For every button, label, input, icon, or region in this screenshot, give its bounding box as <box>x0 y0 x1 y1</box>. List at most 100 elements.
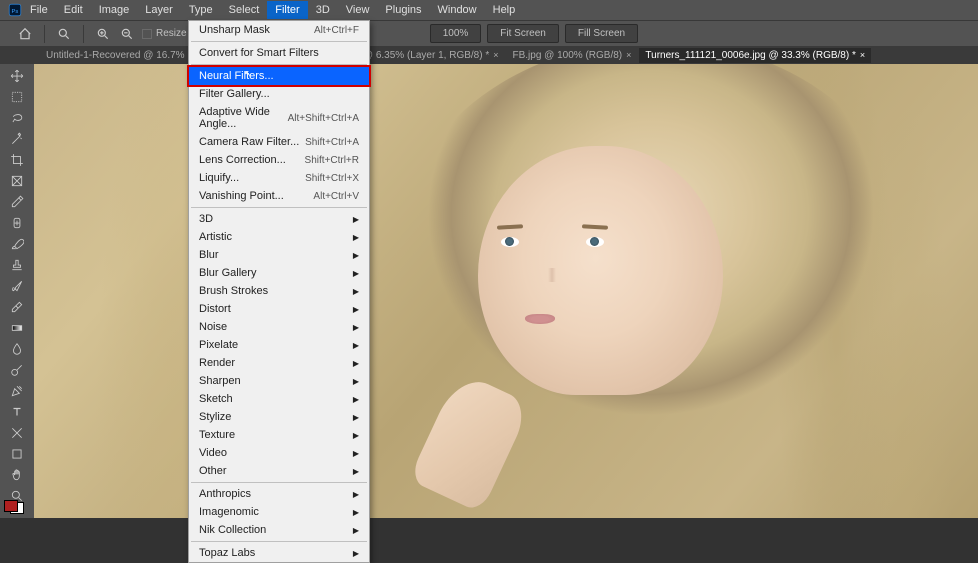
menu-item-filter-gallery[interactable]: Filter Gallery... <box>189 85 369 103</box>
menu-item-neural-filters[interactable]: Neural Filters... ↖ <box>187 65 371 87</box>
close-icon[interactable]: × <box>860 50 865 60</box>
dodge-tool[interactable] <box>4 360 30 380</box>
foreground-color-swatch[interactable] <box>4 500 18 512</box>
menu-view[interactable]: View <box>338 1 378 19</box>
fill-screen-button[interactable]: Fill Screen <box>565 24 638 43</box>
menu-3d[interactable]: 3D <box>308 1 338 19</box>
submenu-arrow-icon: ▶ <box>353 377 359 386</box>
submenu-arrow-icon: ▶ <box>353 490 359 499</box>
menu-item-lens-correction[interactable]: Lens Correction...Shift+Ctrl+R <box>189 151 369 169</box>
stamp-tool[interactable] <box>4 255 30 275</box>
submenu-arrow-icon: ▶ <box>353 287 359 296</box>
menu-separator <box>191 41 367 42</box>
menu-item-blur[interactable]: Blur▶ <box>189 246 369 264</box>
move-tool[interactable] <box>4 66 30 86</box>
canvas[interactable] <box>34 64 978 518</box>
crop-tool[interactable] <box>4 150 30 170</box>
menu-plugins[interactable]: Plugins <box>377 1 429 19</box>
menu-item-adaptive-wide-angle[interactable]: Adaptive Wide Angle...Alt+Shift+Ctrl+A <box>189 103 369 133</box>
menu-item-stylize[interactable]: Stylize▶ <box>189 408 369 426</box>
submenu-arrow-icon: ▶ <box>353 467 359 476</box>
zoom-in-icon[interactable] <box>94 25 112 43</box>
menu-item-topaz-labs[interactable]: Topaz Labs▶ <box>189 544 369 562</box>
separator <box>83 25 84 43</box>
menu-item-pixelate[interactable]: Pixelate▶ <box>189 336 369 354</box>
menu-item-vanishing-point[interactable]: Vanishing Point...Alt+Ctrl+V <box>189 187 369 205</box>
frame-tool[interactable] <box>4 171 30 191</box>
menu-item-nik-collection[interactable]: Nik Collection▶ <box>189 521 369 539</box>
menu-item-liquify[interactable]: Liquify...Shift+Ctrl+X <box>189 169 369 187</box>
gradient-tool[interactable] <box>4 318 30 338</box>
fit-screen-button[interactable]: Fit Screen <box>487 24 559 43</box>
lasso-tool[interactable] <box>4 108 30 128</box>
submenu-arrow-icon: ▶ <box>353 269 359 278</box>
menu-item-3d[interactable]: 3D▶ <box>189 210 369 228</box>
history-brush-tool[interactable] <box>4 276 30 296</box>
submenu-arrow-icon: ▶ <box>353 233 359 242</box>
color-swatches[interactable] <box>4 500 24 514</box>
menu-select[interactable]: Select <box>221 1 268 19</box>
wand-tool[interactable] <box>4 129 30 149</box>
menu-item-sharpen[interactable]: Sharpen▶ <box>189 372 369 390</box>
menu-file[interactable]: File <box>22 1 56 19</box>
submenu-arrow-icon: ▶ <box>353 341 359 350</box>
menu-item-brush-strokes[interactable]: Brush Strokes▶ <box>189 282 369 300</box>
submenu-arrow-icon: ▶ <box>353 549 359 558</box>
path-tool[interactable] <box>4 423 30 443</box>
menu-item-artistic[interactable]: Artistic▶ <box>189 228 369 246</box>
menu-help[interactable]: Help <box>485 1 524 19</box>
menu-layer[interactable]: Layer <box>137 1 181 19</box>
eyedropper-tool[interactable] <box>4 192 30 212</box>
menu-type[interactable]: Type <box>181 1 221 19</box>
blur-tool[interactable] <box>4 339 30 359</box>
zoom-100-button[interactable]: 100% <box>430 24 482 43</box>
menubar: Ps File Edit Image Layer Type Select Fil… <box>0 0 978 20</box>
menu-item-sketch[interactable]: Sketch▶ <box>189 390 369 408</box>
type-tool[interactable] <box>4 402 30 422</box>
menu-item-noise[interactable]: Noise▶ <box>189 318 369 336</box>
menu-edit[interactable]: Edit <box>56 1 91 19</box>
menu-item-blur-gallery[interactable]: Blur Gallery▶ <box>189 264 369 282</box>
menu-item-last-filter[interactable]: Unsharp MaskAlt+Ctrl+F <box>189 21 369 39</box>
menu-item-camera-raw[interactable]: Camera Raw Filter...Shift+Ctrl+A <box>189 133 369 151</box>
menu-item-other[interactable]: Other▶ <box>189 462 369 480</box>
menu-item-imagenomic[interactable]: Imagenomic▶ <box>189 503 369 521</box>
close-icon[interactable]: × <box>493 50 498 60</box>
menu-separator <box>191 541 367 542</box>
document-tabs: Untitled-1-Recovered @ 16.7% (www.T× ish… <box>0 46 978 64</box>
shape-tool[interactable] <box>4 444 30 464</box>
document-tab-active[interactable]: Turners_111121_0006e.jpg @ 33.3% (RGB/8)… <box>639 48 871 63</box>
menu-window[interactable]: Window <box>430 1 485 19</box>
menu-filter[interactable]: Filter <box>267 1 307 19</box>
hand-tool[interactable] <box>4 465 30 485</box>
pen-tool[interactable] <box>4 381 30 401</box>
menu-separator <box>191 482 367 483</box>
submenu-arrow-icon: ▶ <box>353 359 359 368</box>
menu-item-anthropics[interactable]: Anthropics▶ <box>189 485 369 503</box>
heal-tool[interactable] <box>4 213 30 233</box>
menu-image[interactable]: Image <box>91 1 138 19</box>
menu-item-video[interactable]: Video▶ <box>189 444 369 462</box>
menu-item-convert-smart[interactable]: Convert for Smart Filters <box>189 44 369 62</box>
photo-face <box>478 146 723 396</box>
submenu-arrow-icon: ▶ <box>353 508 359 517</box>
menu-item-texture[interactable]: Texture▶ <box>189 426 369 444</box>
marquee-tool[interactable] <box>4 87 30 107</box>
brush-tool[interactable] <box>4 234 30 254</box>
workspace <box>0 64 978 518</box>
zoom-out-icon[interactable] <box>118 25 136 43</box>
submenu-arrow-icon: ▶ <box>353 251 359 260</box>
eraser-tool[interactable] <box>4 297 30 317</box>
submenu-arrow-icon: ▶ <box>353 526 359 535</box>
submenu-arrow-icon: ▶ <box>353 413 359 422</box>
menu-item-render[interactable]: Render▶ <box>189 354 369 372</box>
document-tab[interactable]: FB.jpg @ 100% (RGB/8)× <box>507 48 638 63</box>
submenu-arrow-icon: ▶ <box>353 449 359 458</box>
close-icon[interactable]: × <box>626 50 631 60</box>
menu-item-distort[interactable]: Distort▶ <box>189 300 369 318</box>
home-icon[interactable] <box>16 25 34 43</box>
checkbox-icon <box>142 29 152 39</box>
submenu-arrow-icon: ▶ <box>353 215 359 224</box>
zoom-tool-icon[interactable] <box>55 25 73 43</box>
photo-eye <box>501 237 519 247</box>
